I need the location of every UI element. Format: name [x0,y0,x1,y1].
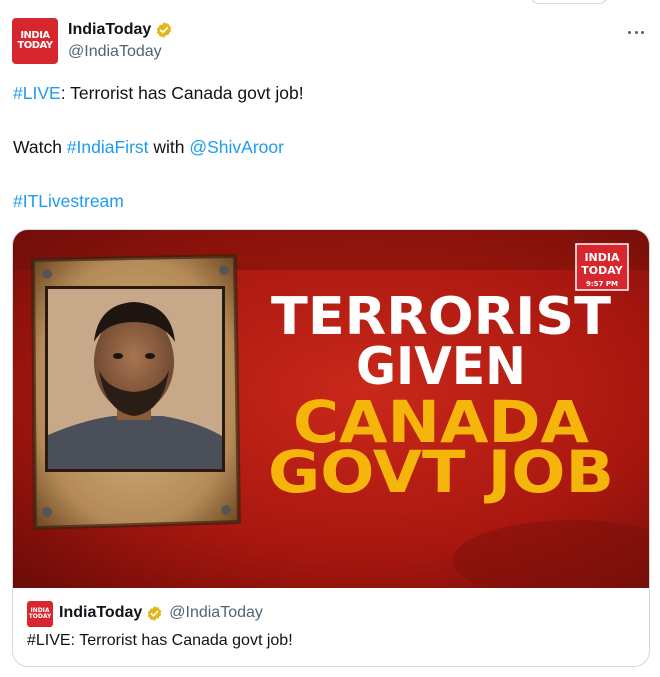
name-row: IndiaToday [68,21,173,39]
quoted-verified-badge-icon [148,605,162,621]
wanted-poster [30,253,242,531]
avatar-text-today: TODAY [17,40,53,51]
hashtag-itlivestream[interactable]: #ITLivestream [13,191,124,211]
tweet-line-2-mid: with [148,137,190,157]
india-today-logo: INDIA TODAY 9:57 PM [575,243,629,291]
quoted-name-row: IndiaToday @IndiaToday [59,604,263,622]
tweet-line-1: #LIVE: Terrorist has Canada govt job! [13,83,304,104]
tweet-line-3: #ITLivestream [13,191,124,212]
avatar[interactable]: INDIA TODAY [12,18,58,64]
tweet-line-2-prefix: Watch [13,137,67,157]
quoted-handle: @IndiaToday [169,604,263,621]
media-card[interactable]: INDIA TODAY 9:57 PM TERRORIST GIVEN CANA… [12,229,650,667]
media-graphic: INDIA TODAY 9:57 PM TERRORIST GIVEN CANA… [13,230,649,588]
top-button-edge[interactable] [530,0,608,4]
logo-text-india: INDIA [584,251,620,264]
mention-shivaroor[interactable]: @ShivAroor [189,137,284,157]
hashtag-indiafirst[interactable]: #IndiaFirst [67,137,149,157]
tweet-line-2: Watch #IndiaFirst with @ShivAroor [13,137,284,158]
media-image[interactable]: INDIA TODAY 9:57 PM TERRORIST GIVEN CANA… [13,230,649,588]
tweet-header: INDIA TODAY IndiaToday @IndiaToday [12,18,648,66]
quoted-tweet[interactable]: INDIA TODAY IndiaToday @IndiaToday #LIVE… [13,588,649,666]
quoted-avatar-text-today: TODAY [28,613,52,620]
quoted-text: #LIVE: Terrorist has Canada govt job! [27,632,293,649]
quoted-display-name: IndiaToday [59,604,143,621]
headline: TERRORIST GIVEN CANADA GOVT JOB [268,287,614,506]
tweet-line-1-text: : Terrorist has Canada govt job! [60,83,304,103]
headline-line-4: GOVT JOB [268,438,614,506]
author-handle[interactable]: @IndiaToday [68,43,162,61]
author-display-name[interactable]: IndiaToday [68,21,151,39]
logo-text-today: TODAY [581,264,623,277]
more-options-icon[interactable] [626,22,646,42]
quoted-avatar: INDIA TODAY [27,601,53,627]
hashtag-live[interactable]: #LIVE [13,83,61,103]
verified-badge-icon [157,22,172,38]
